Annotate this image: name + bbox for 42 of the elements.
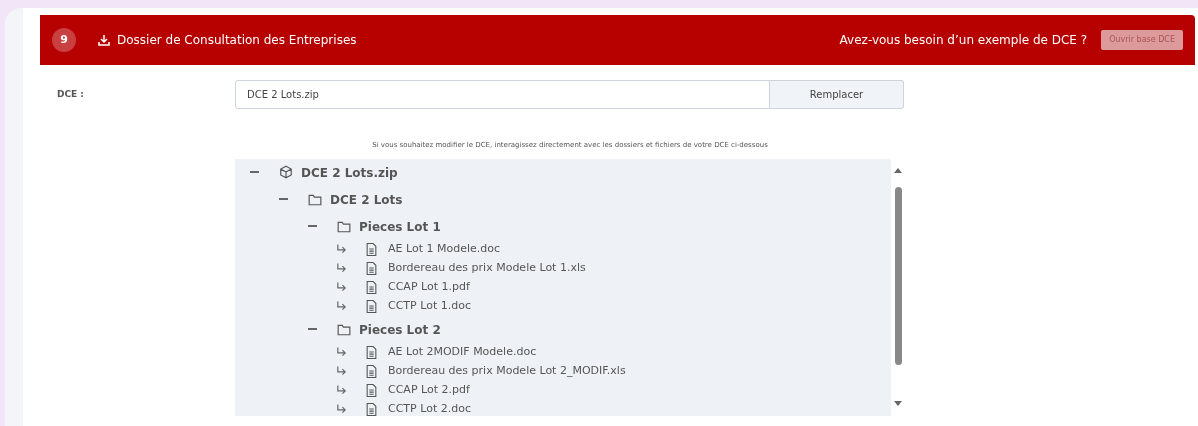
- file-name[interactable]: CCTP Lot 2.doc: [388, 400, 471, 416]
- scroll-down-icon[interactable]: [894, 400, 902, 406]
- section-title: Dossier de Consultation des Entreprises: [117, 32, 357, 49]
- return-arrow-icon: [336, 404, 347, 414]
- return-arrow-icon: [336, 385, 347, 395]
- folder-icon: [337, 219, 351, 233]
- folder-icon: [308, 192, 322, 206]
- replace-button[interactable]: Remplacer: [770, 80, 904, 109]
- document-icon: [366, 280, 377, 294]
- box-icon: [279, 165, 293, 179]
- file-name[interactable]: CCTP Lot 1.doc: [388, 297, 471, 315]
- scroll-thumb[interactable]: [894, 186, 902, 365]
- document-icon: [366, 402, 377, 416]
- document-icon: [366, 364, 377, 378]
- return-arrow-icon: [336, 366, 347, 376]
- return-arrow-icon: [336, 282, 347, 292]
- return-arrow-icon: [336, 244, 347, 254]
- download-icon: [98, 34, 110, 46]
- folder-name[interactable]: Pieces Lot 1: [359, 217, 441, 236]
- return-arrow-icon: [336, 347, 347, 357]
- document-icon: [366, 299, 377, 313]
- folder-name[interactable]: DCE 2 Lots.zip: [301, 163, 398, 182]
- document-icon: [366, 383, 377, 397]
- help-question: Avez-vous besoin d’un exemple de DCE ?: [839, 32, 1088, 49]
- file-name[interactable]: CCAP Lot 1.pdf: [388, 278, 470, 296]
- document-icon: [366, 242, 377, 256]
- file-name[interactable]: Bordereau des prix Modele Lot 2_MODIF.xls: [388, 362, 626, 380]
- file-name[interactable]: AE Lot 1 Modele.doc: [388, 240, 500, 258]
- field-label: DCE :: [56, 87, 85, 101]
- step-badge: 9: [52, 28, 76, 52]
- document-icon: [366, 261, 377, 275]
- folder-icon: [337, 322, 351, 336]
- document-icon: [366, 345, 377, 359]
- return-arrow-icon: [336, 301, 347, 311]
- folder-name[interactable]: DCE 2 Lots: [330, 190, 403, 209]
- file-name[interactable]: Bordereau des prix Modele Lot 1.xls: [388, 259, 586, 277]
- return-arrow-icon: [336, 263, 347, 273]
- scroll-up-icon[interactable]: [894, 167, 902, 173]
- file-name[interactable]: CCAP Lot 2.pdf: [388, 381, 470, 399]
- file-input-field[interactable]: DCE 2 Lots.zip: [235, 80, 770, 109]
- folder-name[interactable]: Pieces Lot 2: [359, 320, 441, 339]
- file-name[interactable]: AE Lot 2MODIF Modele.doc: [388, 343, 537, 361]
